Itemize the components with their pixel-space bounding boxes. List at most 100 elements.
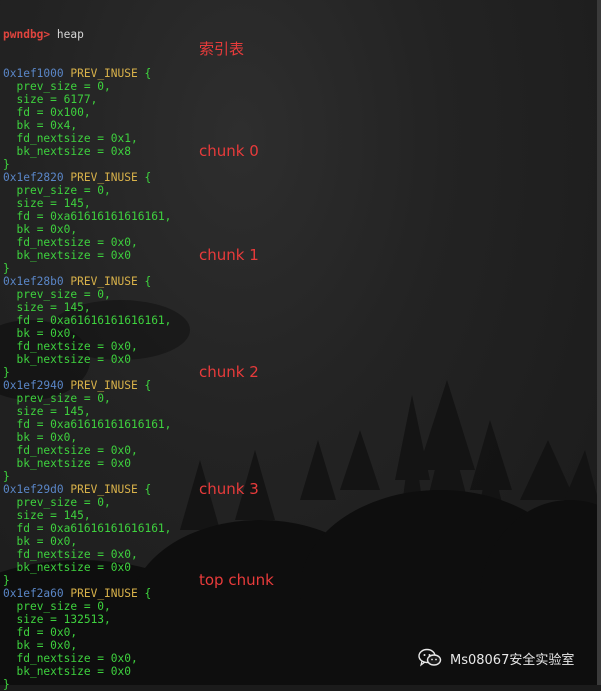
open-brace: { <box>144 171 152 184</box>
chunk-field: bk_nextsize = 0x8 <box>3 145 563 158</box>
wechat-icon <box>418 648 442 667</box>
heap-chunk: 0x1ef2820 PREV_INUSE { prev_size = 0, si… <box>3 171 563 275</box>
chunk-field: fd = 0xa61616161616161, <box>3 314 563 327</box>
chunk-address: 0x1ef2820 <box>3 171 64 184</box>
close-brace: } <box>3 574 10 587</box>
chunk-field-text: size = 145, <box>16 509 91 522</box>
chunk-close: } <box>3 574 563 587</box>
chunk-header: 0x1ef29d0 PREV_INUSE { <box>3 483 563 496</box>
chunk-field: prev_size = 0, <box>3 392 563 405</box>
chunk-field: size = 145, <box>3 509 563 522</box>
chunk-flag: PREV_INUSE <box>70 171 138 184</box>
prompt: pwndbg> <box>3 28 51 41</box>
close-brace: } <box>3 366 10 379</box>
close-brace: } <box>3 262 10 275</box>
chunk-address: 0x1ef29d0 <box>3 483 64 496</box>
command-text: heap <box>56 28 84 41</box>
chunk-field-text: fd = 0xa61616161616161, <box>16 314 172 327</box>
open-brace: { <box>144 275 152 288</box>
heap-chunk: 0x1ef2940 PREV_INUSE { prev_size = 0, si… <box>3 379 563 483</box>
close-brace: } <box>3 158 10 171</box>
chunk-field-text: size = 145, <box>16 197 91 210</box>
chunk-field-text: fd = 0xa61616161616161, <box>16 418 172 431</box>
chunk-field: bk = 0x0, <box>3 327 563 340</box>
chunk-field: fd_nextsize = 0x0, <box>3 340 563 353</box>
chunk-field-text: bk = 0x0, <box>16 223 78 236</box>
chunk-flag: PREV_INUSE <box>70 275 138 288</box>
terminal-window: pwndbg> heap 0x1ef1000 PREV_INUSE { prev… <box>0 0 601 691</box>
chunk-field-text: prev_size = 0, <box>16 392 111 405</box>
chunk-field-text: size = 6177, <box>16 93 98 106</box>
chunk-field: prev_size = 0, <box>3 600 563 613</box>
chunk-field-text: fd_nextsize = 0x1, <box>16 132 138 145</box>
chunk-field-text: fd_nextsize = 0x0, <box>16 444 138 457</box>
chunk-field-text: fd_nextsize = 0x0, <box>16 652 138 665</box>
chunk-field: fd = 0xa61616161616161, <box>3 418 563 431</box>
chunk-field-text: prev_size = 0, <box>16 288 111 301</box>
chunk-header: 0x1ef1000 PREV_INUSE { <box>3 67 563 80</box>
chunk-annotation: 索引表 <box>199 40 245 58</box>
chunk-field: bk = 0x0, <box>3 223 563 236</box>
chunk-field: bk_nextsize = 0x0 <box>3 353 563 366</box>
chunk-field-text: bk_nextsize = 0x0 <box>16 665 131 678</box>
chunk-annotation: top chunk <box>199 571 274 589</box>
open-brace: { <box>144 483 152 496</box>
scrollbar[interactable] <box>597 0 601 685</box>
chunk-field-text: bk = 0x0, <box>16 639 78 652</box>
heap-chunk: 0x1ef2a60 PREV_INUSE { prev_size = 0, si… <box>3 587 563 691</box>
chunk-field: fd = 0xa61616161616161, <box>3 210 563 223</box>
chunk-field-text: prev_size = 0, <box>16 600 111 613</box>
chunk-header: 0x1ef2820 PREV_INUSE { <box>3 171 563 184</box>
chunk-field-text: bk = 0x0, <box>16 431 78 444</box>
chunk-field: fd_nextsize = 0x0, <box>3 236 563 249</box>
watermark-text: Ms08067安全实验室 <box>450 652 575 668</box>
chunk-field: bk = 0x0, <box>3 431 563 444</box>
terminal-output: pwndbg> heap 0x1ef1000 PREV_INUSE { prev… <box>3 2 563 691</box>
chunk-field-text: fd_nextsize = 0x0, <box>16 548 138 561</box>
chunk-field-text: fd = 0xa61616161616161, <box>16 210 172 223</box>
open-brace: { <box>144 379 152 392</box>
chunk-field: fd = 0x0, <box>3 626 563 639</box>
chunk-field-text: bk = 0x0, <box>16 327 78 340</box>
heap-chunk: 0x1ef1000 PREV_INUSE { prev_size = 0, si… <box>3 67 563 171</box>
chunk-field: fd_nextsize = 0x0, <box>3 444 563 457</box>
chunk-field: size = 145, <box>3 405 563 418</box>
chunk-close: } <box>3 470 563 483</box>
chunk-field: bk = 0x4, <box>3 119 563 132</box>
chunk-field: prev_size = 0, <box>3 80 563 93</box>
chunk-annotation: chunk 2 <box>199 363 259 381</box>
chunk-field-text: prev_size = 0, <box>16 496 111 509</box>
heap-chunk: 0x1ef29d0 PREV_INUSE { prev_size = 0, si… <box>3 483 563 587</box>
chunk-annotation: chunk 0 <box>199 142 259 160</box>
open-brace: { <box>144 587 152 600</box>
prompt-line: pwndbg> heap <box>3 28 563 41</box>
chunk-field: bk_nextsize = 0x0 <box>3 457 563 470</box>
chunk-address: 0x1ef1000 <box>3 67 64 80</box>
chunk-field-text: size = 145, <box>16 301 91 314</box>
chunk-flag: PREV_INUSE <box>70 67 138 80</box>
chunk-close: } <box>3 158 563 171</box>
chunk-field-text: fd_nextsize = 0x0, <box>16 340 138 353</box>
chunk-header: 0x1ef2a60 PREV_INUSE { <box>3 587 563 600</box>
chunk-field: prev_size = 0, <box>3 496 563 509</box>
chunk-field-text: bk_nextsize = 0x0 <box>16 561 131 574</box>
chunk-close: } <box>3 366 563 379</box>
chunk-address: 0x1ef28b0 <box>3 275 64 288</box>
chunk-field: size = 145, <box>3 301 563 314</box>
chunk-field: size = 145, <box>3 197 563 210</box>
chunk-field: bk_nextsize = 0x0 <box>3 561 563 574</box>
heap-chunk: 0x1ef28b0 PREV_INUSE { prev_size = 0, si… <box>3 275 563 379</box>
chunk-field: bk = 0x0, <box>3 535 563 548</box>
chunk-annotation: chunk 3 <box>199 480 259 498</box>
chunk-field: fd = 0x100, <box>3 106 563 119</box>
close-brace: } <box>3 470 10 483</box>
chunk-field: size = 6177, <box>3 93 563 106</box>
chunk-field: bk_nextsize = 0x0 <box>3 249 563 262</box>
chunk-field-text: bk_nextsize = 0x8 <box>16 145 131 158</box>
chunk-address: 0x1ef2a60 <box>3 587 64 600</box>
watermark: Ms08067安全实验室 <box>418 647 574 669</box>
chunk-field: fd_nextsize = 0x1, <box>3 132 563 145</box>
chunk-field: prev_size = 0, <box>3 184 563 197</box>
chunk-field: prev_size = 0, <box>3 288 563 301</box>
chunk-field-text: fd_nextsize = 0x0, <box>16 236 138 249</box>
